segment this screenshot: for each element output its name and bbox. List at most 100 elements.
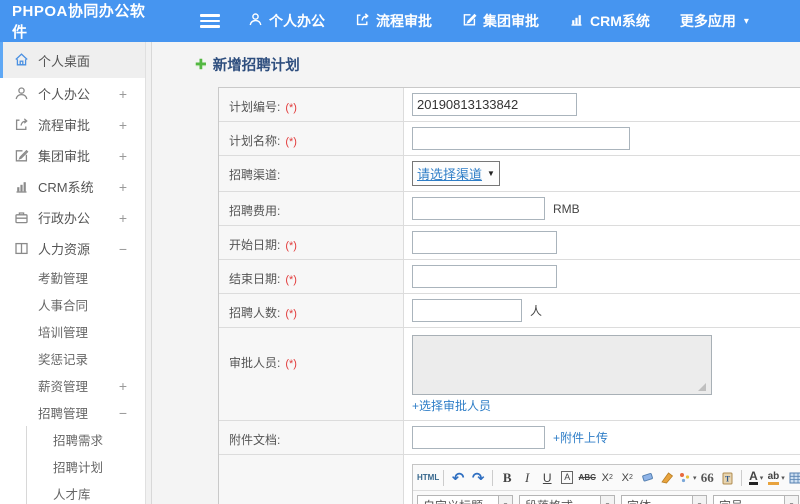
- attachment-upload-link[interactable]: +附件上传: [553, 429, 608, 446]
- font-size-select[interactable]: 字号 ▾: [713, 494, 799, 504]
- resize-handle-icon[interactable]: [698, 383, 706, 391]
- sidebar-item-admin-office[interactable]: 行政办公 +: [0, 202, 145, 233]
- rich-text-editor: HTML ↶ ↷ B I U A ABC X2 X2 ▾ 66 T A ▾ ab…: [412, 464, 800, 504]
- headcount-unit: 人: [530, 304, 543, 318]
- recruit-submenu: 招聘需求 招聘计划 人才库: [26, 426, 145, 504]
- italic-button[interactable]: I: [517, 468, 537, 488]
- headcount-input[interactable]: [412, 299, 522, 322]
- sidebar-item-desktop[interactable]: 个人桌面: [0, 42, 145, 78]
- sidebar-item-recruit-mgmt[interactable]: 招聘管理 −: [0, 399, 145, 426]
- heading-style-select[interactable]: 自定义标题 ▾: [417, 494, 513, 504]
- sidebar-item-rewards[interactable]: 奖惩记录: [0, 345, 145, 372]
- label-text: 结束日期:: [229, 272, 281, 286]
- topmenu-workflow-approval[interactable]: 流程审批: [355, 11, 432, 31]
- bar-chart-icon: [14, 179, 30, 195]
- sidebar-item-talent-pool[interactable]: 人才库: [27, 480, 145, 504]
- label-text: 开始日期:: [229, 238, 281, 252]
- approver-textarea[interactable]: [412, 335, 712, 395]
- paste-text-icon[interactable]: T: [717, 468, 737, 488]
- book-icon: [14, 241, 30, 257]
- sidebar-item-hr[interactable]: 人力资源 −: [0, 233, 145, 264]
- app-logo[interactable]: PHPOA协同办公软件: [0, 0, 158, 42]
- expand-icon[interactable]: +: [119, 179, 127, 195]
- main-content: ✚ 新增招聘计划 计划编号: (*) 计划名称: (*): [152, 42, 800, 504]
- channel-select[interactable]: 请选择渠道 ▼: [412, 161, 500, 186]
- eraser-icon[interactable]: [637, 468, 657, 488]
- sidebar-item-recruit-demand[interactable]: 招聘需求: [27, 426, 145, 453]
- sidebar-item-training[interactable]: 培训管理: [0, 318, 145, 345]
- sidebar-item-hr-contract[interactable]: 人事合同: [0, 291, 145, 318]
- sidebar-item-recruit-plan[interactable]: 招聘计划: [27, 453, 145, 480]
- caret-down-icon: ▾: [693, 494, 707, 504]
- field-label: 计划名称: (*): [219, 122, 404, 155]
- form-row-end-date: 结束日期: (*): [219, 260, 800, 294]
- collapse-icon[interactable]: −: [119, 241, 127, 257]
- select-approver-link[interactable]: +选择审批人员: [412, 399, 491, 413]
- sidebar-scrollbar[interactable]: [145, 42, 152, 504]
- fee-input[interactable]: [412, 197, 545, 220]
- form-row-approver: 审批人员: (*) +选择审批人员: [219, 328, 800, 421]
- menu-toggle-icon[interactable]: [200, 11, 220, 31]
- field-label-empty: [219, 455, 404, 504]
- redo-icon[interactable]: ↷: [468, 468, 488, 488]
- topmenu-group-approval[interactable]: 集团审批: [462, 11, 539, 31]
- required-mark: (*): [285, 308, 297, 320]
- topmenu-personal-office[interactable]: 个人办公: [248, 11, 325, 31]
- sidebar-nested-label: 招聘需求: [53, 434, 104, 448]
- superscript-button[interactable]: X2: [597, 468, 617, 488]
- select-value: 字体: [621, 494, 693, 504]
- expand-icon[interactable]: +: [119, 117, 127, 133]
- underline-button[interactable]: U: [537, 468, 557, 488]
- field-label: 审批人员: (*): [219, 328, 404, 420]
- highlight-color-button[interactable]: ab ▾: [766, 468, 786, 488]
- strikethrough-button[interactable]: ABC: [577, 468, 597, 488]
- caret-down-icon: ▾: [692, 474, 697, 482]
- sidebar-item-personal-office[interactable]: 个人办公 +: [0, 78, 145, 109]
- sidebar-sub-label: 薪资管理: [38, 380, 89, 394]
- bold-button[interactable]: B: [497, 468, 517, 488]
- label-text: 招聘渠道:: [229, 168, 281, 182]
- sidebar-item-group-approval[interactable]: 集团审批 +: [0, 140, 145, 171]
- plan-name-input[interactable]: [412, 127, 630, 150]
- start-date-input[interactable]: [412, 231, 557, 254]
- sidebar-item-workflow-approval[interactable]: 流程审批 +: [0, 109, 145, 140]
- topmenu-crm-system[interactable]: CRM系统: [569, 11, 650, 31]
- font-family-select[interactable]: 字体 ▾: [621, 494, 707, 504]
- attachment-input[interactable]: [412, 426, 545, 449]
- expand-icon[interactable]: +: [119, 86, 127, 102]
- channel-select-value: 请选择渠道: [417, 167, 483, 182]
- field-label: 计划编号: (*): [219, 88, 404, 121]
- clean-brush-icon[interactable]: [657, 468, 677, 488]
- plan-no-input[interactable]: [412, 93, 577, 116]
- font-border-button[interactable]: A: [561, 471, 574, 484]
- bar-chart-icon: [569, 12, 584, 30]
- paragraph-format-select[interactable]: 段落格式 ▾: [519, 494, 615, 504]
- label-text: 计划编号:: [229, 100, 281, 114]
- required-mark: (*): [285, 274, 297, 286]
- page-title: ✚ 新增招聘计划: [195, 54, 800, 75]
- end-date-input[interactable]: [412, 265, 557, 288]
- sidebar-item-attendance[interactable]: 考勤管理: [0, 264, 145, 291]
- sidebar-sub-label: 考勤管理: [38, 272, 89, 286]
- collapse-icon[interactable]: −: [119, 405, 127, 421]
- format-paint-icon[interactable]: ▾: [677, 468, 697, 488]
- caret-down-icon: ▾: [601, 494, 615, 504]
- sidebar-item-label: 个人办公: [38, 87, 91, 102]
- sidebar-nested-label: 人才库: [53, 488, 91, 502]
- html-source-button[interactable]: HTML: [417, 468, 439, 488]
- expand-icon[interactable]: +: [119, 148, 127, 164]
- topmenu-label: 流程审批: [376, 13, 432, 29]
- sidebar-item-label: 流程审批: [38, 118, 91, 133]
- expand-icon[interactable]: +: [119, 210, 127, 226]
- blockquote-button[interactable]: 66: [697, 468, 717, 488]
- expand-icon[interactable]: +: [119, 378, 127, 394]
- topmenu-more-apps[interactable]: 更多应用 ▾: [680, 11, 749, 31]
- sidebar-item-crm[interactable]: CRM系统 +: [0, 171, 145, 202]
- sidebar-item-salary[interactable]: 薪资管理 +: [0, 372, 145, 399]
- font-color-button[interactable]: A ▾: [746, 468, 766, 488]
- subscript-button[interactable]: X2: [617, 468, 637, 488]
- label-text: 附件文档:: [229, 433, 281, 447]
- table-icon[interactable]: [786, 468, 800, 488]
- topbar: PHPOA协同办公软件 个人办公 流程审批 集团审批 CRM系统 更多应用 ▾: [0, 0, 800, 42]
- undo-icon[interactable]: ↶: [448, 468, 468, 488]
